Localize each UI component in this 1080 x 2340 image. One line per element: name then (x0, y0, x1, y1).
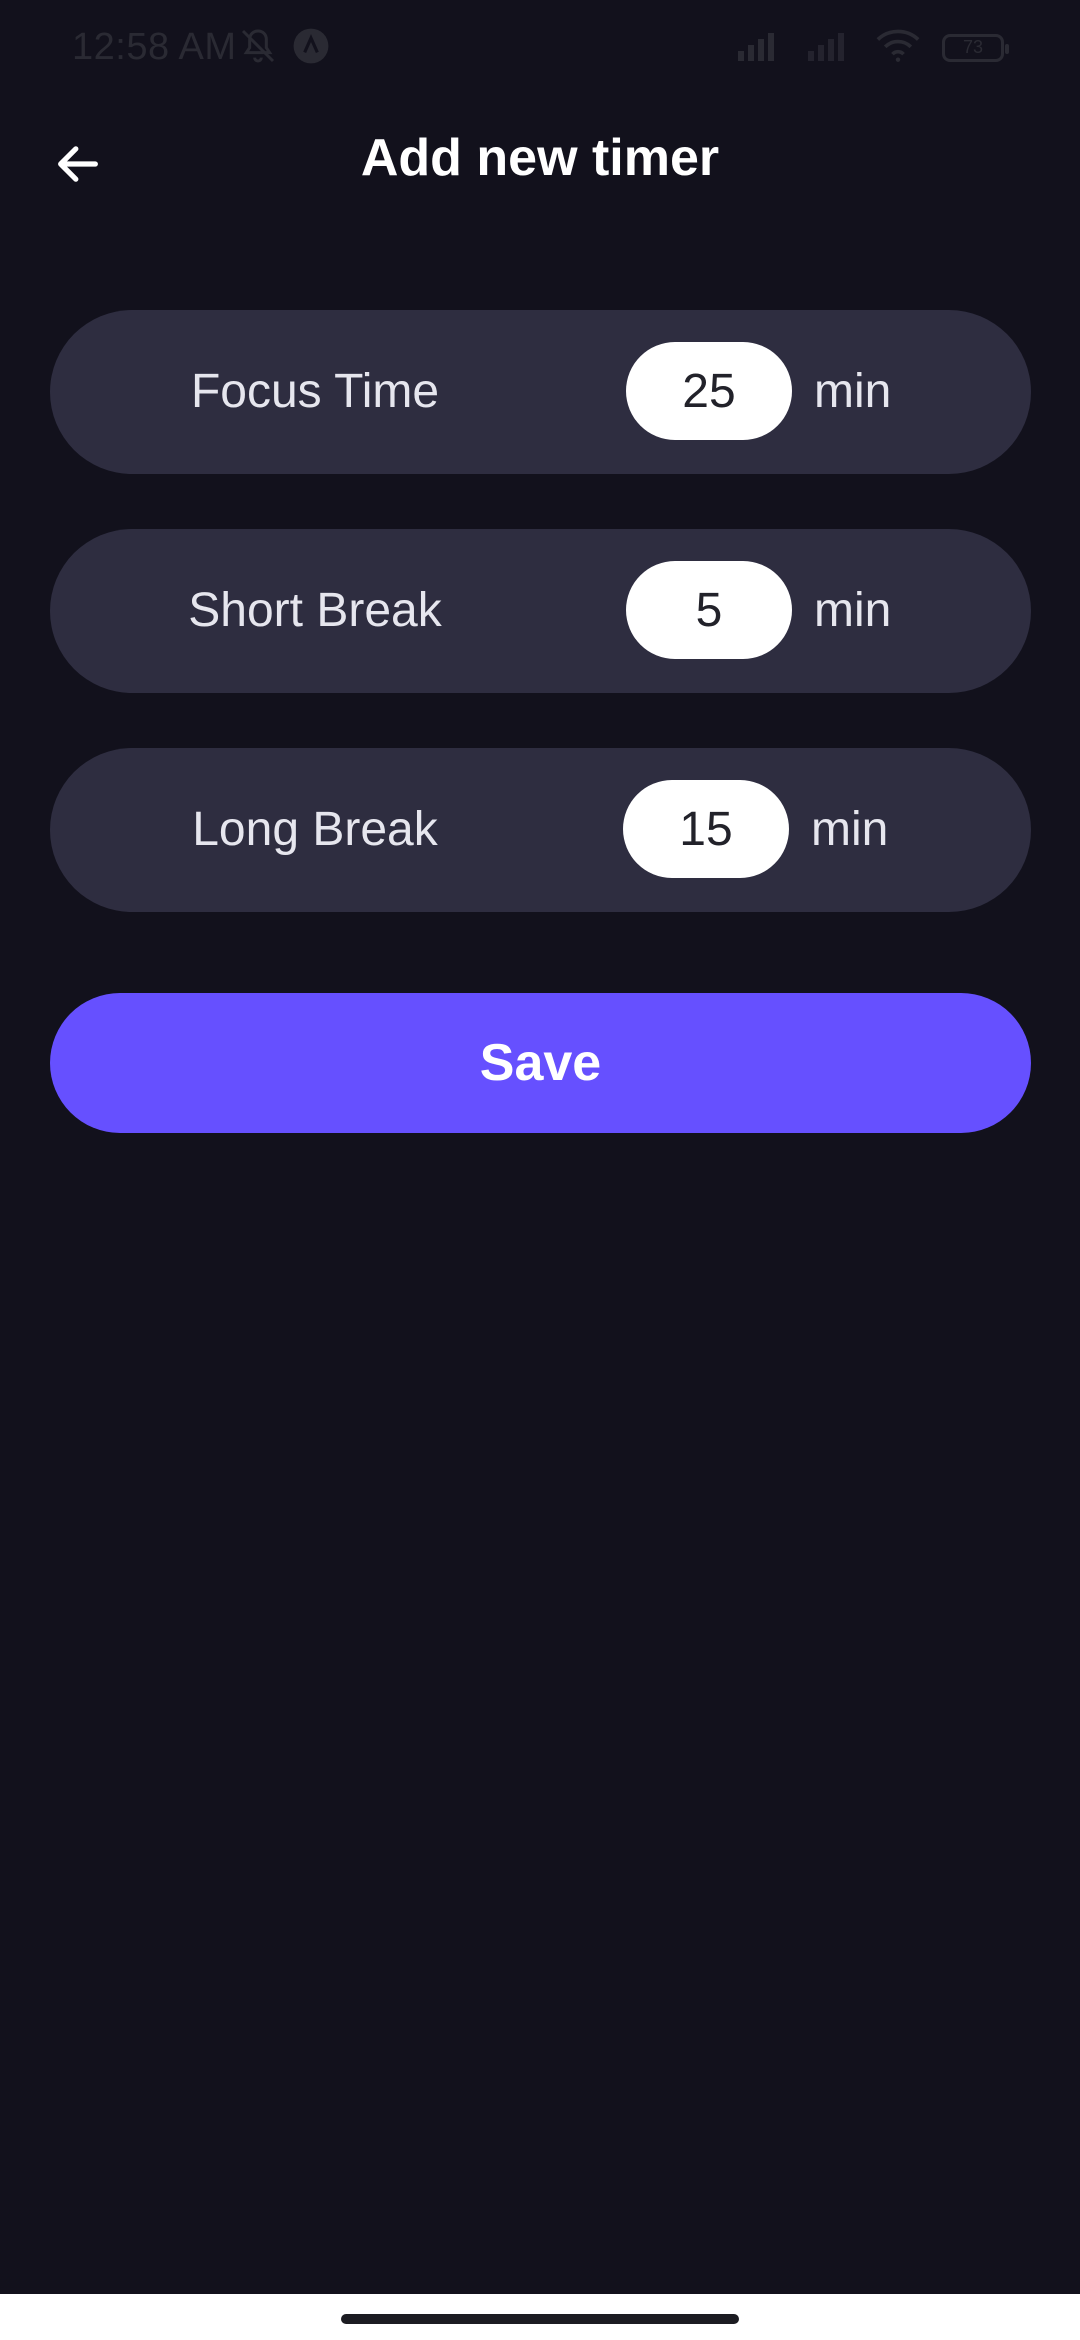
timer-unit: min (814, 365, 892, 418)
focus-time-input[interactable] (626, 342, 792, 440)
status-right-icons: 73 (736, 28, 1009, 67)
timer-row-short-break: Short Break min (50, 529, 1031, 693)
add-timer-screen: 12:58 AM 73 Add new timer Focus Time 25 … (0, 0, 1080, 2340)
battery-icon: 73 (942, 33, 1009, 62)
wifi-icon (876, 28, 920, 67)
signal-icon (736, 29, 784, 66)
status-bar: 12:58 AM 73 (0, 0, 1080, 100)
short-break-input[interactable] (626, 561, 792, 659)
battery-level: 73 (962, 37, 984, 57)
home-indicator[interactable] (341, 2314, 739, 2324)
long-break-input[interactable] (623, 780, 789, 878)
timer-row-focus-time: Focus Time min (50, 310, 1031, 474)
status-left-icons (238, 26, 330, 71)
timer-label: Focus Time (190, 365, 440, 418)
timer-row-long-break: Long Break min (50, 748, 1031, 912)
save-button[interactable]: Save (50, 993, 1031, 1133)
header: Add new timer (0, 110, 1080, 206)
status-time: 12:58 AM (72, 26, 237, 68)
bell-off-icon (238, 26, 278, 71)
page-title: Add new timer (360, 129, 720, 187)
navigation-bar (0, 2294, 1080, 2340)
timer-label: Short Break (188, 584, 442, 637)
app-badge-icon (292, 27, 330, 70)
timer-label: Long Break (192, 803, 438, 856)
timer-unit: min (814, 584, 892, 637)
timer-unit: min (811, 803, 889, 856)
signal-weak-icon (806, 29, 854, 66)
timer-list: Focus Time min Short Break min Long Brea… (50, 310, 1031, 967)
